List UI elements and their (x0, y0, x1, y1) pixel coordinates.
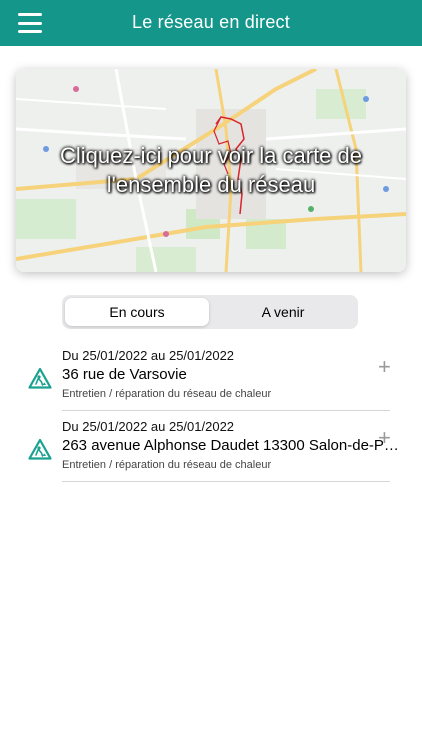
app-header: Le réseau en direct (0, 0, 422, 46)
incident-type: Entretien / réparation du réseau de chal… (62, 459, 272, 471)
divider (62, 481, 390, 482)
page-title: Le réseau en direct (132, 12, 290, 32)
incident-dates: Du 25/01/2022 au 25/01/2022 (62, 419, 235, 434)
incident-address: 36 rue de Varsovie (62, 366, 187, 383)
network-map-card[interactable]: Cliquez-ici pour voir la carte de l'ense… (16, 69, 406, 272)
incident-address: 263 avenue Alphonse Daudet 13300 Salon-d… (62, 437, 400, 454)
expand-plus-icon[interactable]: + (378, 354, 391, 380)
incident-dates: Du 25/01/2022 au 25/01/2022 (62, 348, 235, 363)
list-item[interactable]: Du 25/01/2022 au 25/01/2022 263 avenue A… (0, 413, 422, 483)
roadwork-warning-icon (28, 438, 52, 460)
roadwork-warning-icon (28, 367, 52, 389)
map-caption: Cliquez-ici pour voir la carte de l'ense… (59, 143, 363, 197)
tab-en-cours[interactable]: En cours (65, 298, 209, 326)
expand-plus-icon[interactable]: + (378, 425, 391, 451)
incident-type: Entretien / réparation du réseau de chal… (62, 388, 272, 400)
segmented-tabs: En cours A venir (62, 295, 358, 329)
tab-a-venir[interactable]: A venir (211, 298, 355, 326)
divider (62, 410, 390, 411)
list-item[interactable]: Du 25/01/2022 au 25/01/2022 36 rue de Va… (0, 342, 422, 412)
